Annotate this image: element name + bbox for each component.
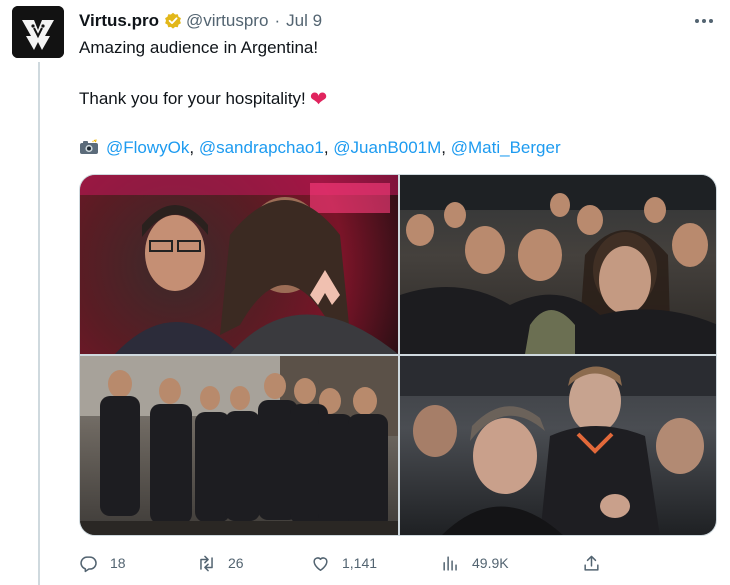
- virtus-pro-logo-icon: [12, 6, 64, 58]
- analytics-bars-icon: [443, 555, 457, 571]
- account-handle[interactable]: @virtuspro: [186, 11, 268, 31]
- thread-line: [38, 62, 40, 585]
- verified-badge-icon[interactable]: [164, 12, 182, 30]
- repost-icon: [200, 555, 213, 571]
- heart-icon: [313, 556, 328, 571]
- reply-count: 18: [110, 555, 126, 571]
- repost-button[interactable]: 26: [197, 548, 244, 578]
- photo-2[interactable]: [400, 175, 716, 354]
- mention-separator: ,: [189, 138, 199, 157]
- camera-with-flash-icon: [80, 139, 98, 154]
- mention-separator: ,: [323, 138, 334, 157]
- account-name[interactable]: Virtus.pro: [79, 11, 159, 31]
- photo-1[interactable]: [80, 175, 398, 354]
- like-count: 1,141: [342, 555, 378, 571]
- photo-4[interactable]: [400, 356, 716, 535]
- views-count: 49.9K: [472, 555, 509, 571]
- header-separator: ·: [274, 11, 281, 30]
- share-icon: [584, 555, 599, 571]
- tweet-text-line-2: Thank you for your hospitality! ❤: [79, 88, 327, 111]
- views-button[interactable]: 49.9K: [441, 548, 509, 578]
- reply-icon: [80, 555, 97, 572]
- share-button[interactable]: [582, 548, 601, 578]
- photo-credits: @FlowyOk, @sandrapchao1, @JuanB001M, @Ma…: [79, 137, 561, 159]
- mention-flowyok[interactable]: @FlowyOk: [106, 138, 189, 157]
- tweet-date[interactable]: Jul 9: [286, 11, 322, 31]
- mention-sandrapchao1[interactable]: @sandrapchao1: [199, 138, 324, 157]
- mention-juanb001m[interactable]: @JuanB001M: [333, 138, 441, 157]
- like-button[interactable]: 1,141: [311, 548, 377, 578]
- thank-you-text: Thank you for your hospitality!: [79, 89, 306, 108]
- photo-grid: [79, 174, 717, 536]
- reply-button[interactable]: 18: [79, 548, 126, 578]
- tweet-text-line-1: Amazing audience in Argentina!: [79, 38, 319, 57]
- avatar[interactable]: [12, 6, 64, 58]
- mention-separator: ,: [441, 138, 451, 157]
- tweet-header: Virtus.pro @virtuspro · Jul 9: [79, 9, 322, 33]
- red-heart-emoji: ❤: [309, 88, 328, 111]
- more-options-icon[interactable]: [688, 9, 720, 33]
- repost-count: 26: [228, 555, 244, 571]
- tweet-actions: 18 26 1,141 49.9K: [79, 548, 719, 578]
- photo-3[interactable]: [80, 356, 398, 535]
- mention-mati-berger[interactable]: @Mati_Berger: [451, 138, 561, 157]
